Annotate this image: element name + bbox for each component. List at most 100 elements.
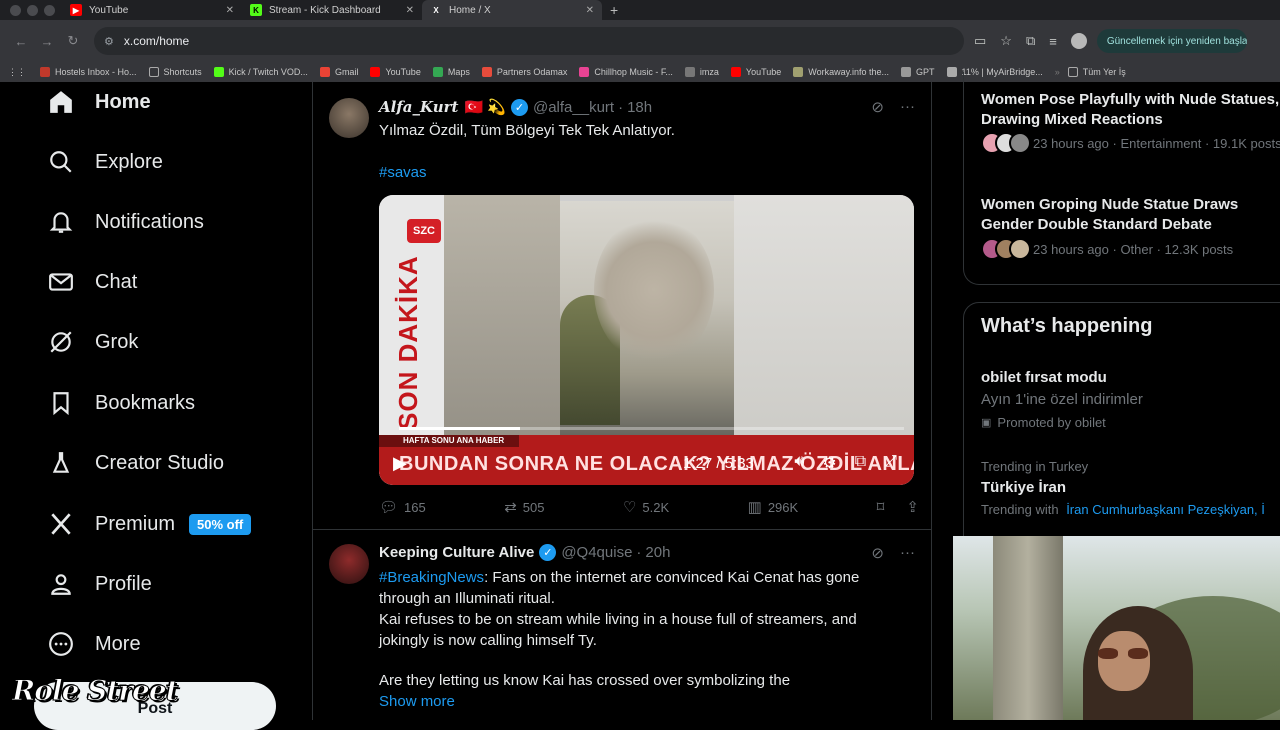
nav-premium[interactable]: Premium 50% off <box>48 504 252 544</box>
tab-title: Stream - Kick Dashboard <box>269 4 381 16</box>
author-handle[interactable]: @alfa__kurt <box>533 99 614 116</box>
avatar[interactable] <box>329 98 369 138</box>
apps-icon[interactable]: ⋮⋮ <box>8 67 26 78</box>
news-item-title[interactable]: Women Pose Playfully with Nude Statues, … <box>981 90 1280 130</box>
nav-chat[interactable]: Chat <box>48 262 137 302</box>
hashtag-link[interactable]: #savas <box>379 162 909 183</box>
post-time[interactable]: 18h <box>627 99 652 116</box>
picture-in-picture-icon[interactable]: ⧉ <box>855 453 866 473</box>
author-name[interactable]: Keeping Culture Alive <box>379 544 534 561</box>
bookmark-item[interactable]: GPT <box>901 67 935 77</box>
address-bar-row: ← → ↻ ⚙ x.com/home ▭ ☆ ⧉ ≡ Güncellemek i… <box>0 20 1280 62</box>
cast-icon[interactable]: ▭ <box>974 33 986 49</box>
reply-icon: 💬︎ <box>379 499 399 516</box>
new-tab-button[interactable]: + <box>610 2 618 18</box>
bookmark-item[interactable]: Partners Odamax <box>481 67 567 77</box>
site-info-icon[interactable]: ⚙ <box>104 35 114 48</box>
side-navigation: Home Explore Notifications Chat Grok Boo… <box>0 82 312 730</box>
tweet[interactable]: Alfa_Kurt 🇹🇷 💫 ✓ @alfa__kurt · 18h ⊘ ···… <box>313 82 931 530</box>
post-time[interactable]: 20h <box>645 544 670 561</box>
extensions-icon[interactable]: ⧉ <box>1026 33 1035 49</box>
timeline: Alfa_Kurt 🇹🇷 💫 ✓ @alfa__kurt · 18h ⊘ ···… <box>312 82 932 720</box>
news-item-meta: 23 hours ago · Other · 12.3K posts <box>981 238 1233 260</box>
grok-icon[interactable]: ⊘ <box>871 544 884 562</box>
tab-youtube[interactable]: ▶ YouTube ✕ <box>62 0 242 20</box>
video-progress-fill <box>399 427 520 430</box>
tweet[interactable]: Keeping Culture Alive ✓ @Q4quise · 20h ⊘… <box>313 530 931 720</box>
more-options-icon[interactable]: ··· <box>900 544 915 562</box>
bookmark-icon[interactable]: ⌑ <box>877 498 885 516</box>
nav-explore[interactable]: Explore <box>48 142 163 182</box>
home-icon <box>48 89 74 115</box>
update-button[interactable]: Güncellemek için yeniden başlat <box>1096 29 1247 53</box>
url-bar[interactable]: ⚙ x.com/home <box>94 27 964 55</box>
tweet-text: Are they letting us know Kai has crossed… <box>379 672 791 689</box>
play-icon[interactable]: ▶ <box>393 453 407 474</box>
more-circle-icon <box>48 631 74 657</box>
avatar-stack <box>981 238 1031 260</box>
video-player[interactable]: SZC SON DAKİKA HAFTA SONU ANA HABER BUND… <box>379 195 914 485</box>
repost-button[interactable]: ⇄ 505 <box>504 498 544 516</box>
bookmark-item[interactable]: YouTube <box>370 67 421 77</box>
views-button[interactable]: ▥ 296K <box>748 498 799 516</box>
bookmark-item[interactable]: imza <box>684 67 719 77</box>
nav-home[interactable]: Home <box>48 82 151 122</box>
news-item-title[interactable]: Women Groping Nude Statue Draws Gender D… <box>981 195 1280 235</box>
bookmark-item[interactable]: Maps <box>432 67 470 77</box>
search-icon <box>48 149 74 175</box>
fullscreen-icon[interactable]: ⤢ <box>884 453 897 473</box>
nav-bookmarks[interactable]: Bookmarks <box>48 383 195 423</box>
verified-badge-icon: ✓ <box>510 98 528 116</box>
bookmark-item[interactable]: Chillhop Music - F... <box>579 67 673 77</box>
bookmark-item[interactable]: Gmail <box>319 67 358 77</box>
nav-more[interactable]: More <box>48 624 141 664</box>
share-icon[interactable]: ⇪ <box>906 498 919 516</box>
avatar[interactable] <box>329 544 369 584</box>
close-tab-icon[interactable]: ✕ <box>586 5 594 16</box>
reply-button[interactable]: 💬︎ 165 <box>379 498 426 516</box>
author-name[interactable]: Alfa_Kurt <box>379 98 458 116</box>
repost-icon: ⇄ <box>504 499 517 516</box>
tab-title: YouTube <box>89 4 129 16</box>
settings-icon[interactable]: ⚙ <box>822 453 836 473</box>
close-tab-icon[interactable]: ✕ <box>406 5 414 16</box>
flask-icon <box>48 450 74 476</box>
back-icon[interactable]: ← <box>8 34 34 49</box>
news-card: Women Pose Playfully with Nude Statues, … <box>963 72 1280 285</box>
like-button[interactable]: ♡ 5.2K <box>623 498 669 516</box>
section-title: What’s happening <box>981 315 1153 337</box>
author-handle[interactable]: @Q4quise <box>561 544 632 561</box>
nav-profile[interactable]: Profile <box>48 564 152 604</box>
more-options-icon[interactable]: ··· <box>900 98 915 116</box>
reload-icon[interactable]: ↻ <box>60 33 86 49</box>
show-more-link[interactable]: Show more <box>379 691 909 712</box>
promoted-subtitle: Ayın 1'ine özel indirimler <box>981 391 1143 408</box>
bookmark-item[interactable]: YouTube <box>730 67 781 77</box>
trend-context: Trending in Turkey <box>981 459 1089 474</box>
nav-grok[interactable]: Grok <box>48 322 138 362</box>
nav-notifications[interactable]: Notifications <box>48 202 204 242</box>
tab-kick-dashboard[interactable]: K Stream - Kick Dashboard ✕ <box>242 0 422 20</box>
mail-icon <box>48 269 74 295</box>
profile-avatar[interactable] <box>1070 33 1087 49</box>
hashtag-link[interactable]: #BreakingNews <box>379 569 484 586</box>
media-icon[interactable]: ≡ <box>1049 34 1057 49</box>
bookmark-item[interactable]: Workaway.info the... <box>793 67 889 77</box>
trending-with-link[interactable]: İran Cumhurbaşkanı Pezeşkiyan, İ <box>1066 502 1265 517</box>
bookmark-folder[interactable]: Shortcuts <box>148 67 202 77</box>
bookmark-item[interactable]: Hostels Inbox - Ho... <box>40 67 137 77</box>
nav-creator-studio[interactable]: Creator Studio <box>48 443 224 483</box>
tab-home-x[interactable]: X Home / X ✕ <box>422 0 602 20</box>
person-icon <box>48 571 74 597</box>
grok-icon[interactable]: ⊘ <box>871 98 884 116</box>
close-tab-icon[interactable]: ✕ <box>226 5 234 16</box>
video-time: 1:27 / 5:33 <box>683 454 754 472</box>
trend-title[interactable]: Türkiye İran <box>981 479 1066 496</box>
star-icon[interactable]: ☆ <box>1000 33 1012 49</box>
volume-icon[interactable]: 🔊︎ <box>794 453 804 473</box>
forward-icon[interactable]: → <box>34 34 60 49</box>
breaking-news-label: SON DAKİKA <box>393 255 423 430</box>
window-controls[interactable] <box>0 4 62 16</box>
bookmark-item[interactable]: Kick / Twitch VOD... <box>213 67 308 77</box>
promoted-title[interactable]: obilet fırsat modu <box>981 369 1107 386</box>
